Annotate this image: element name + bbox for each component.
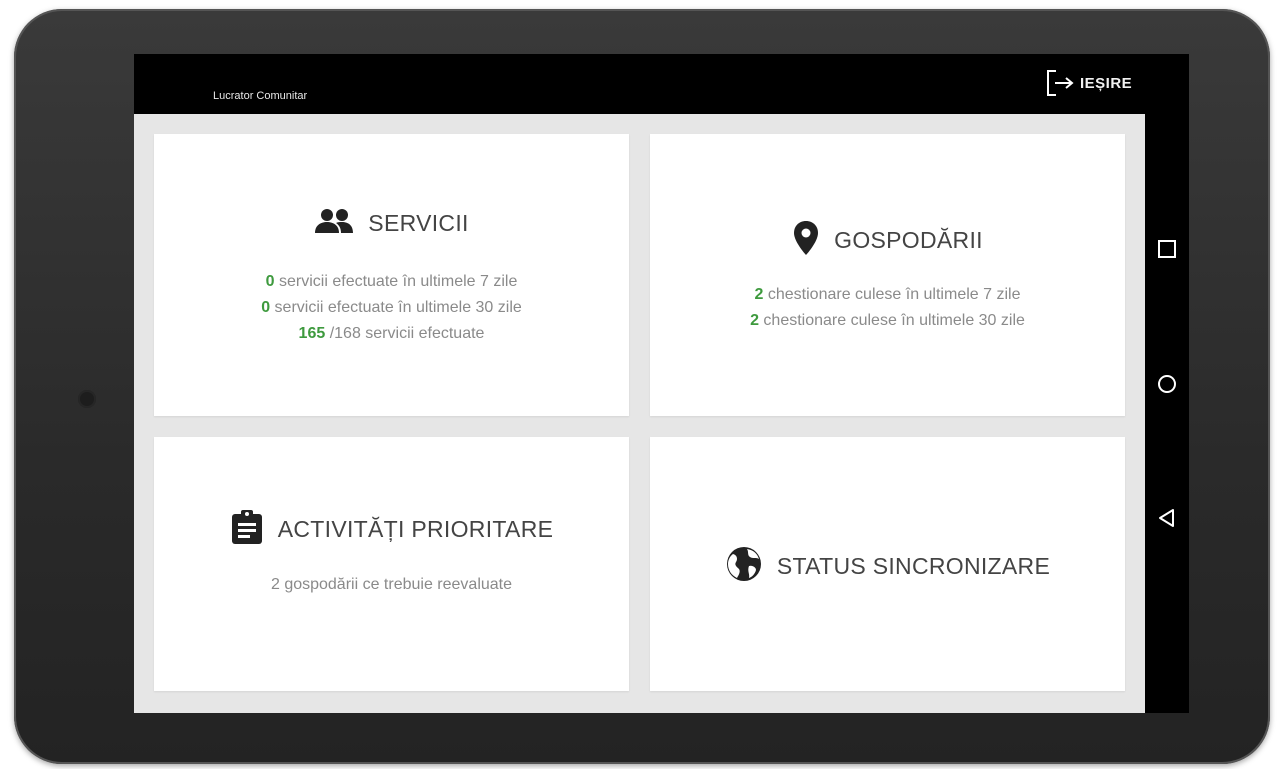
card-activitati-header: ACTIVITĂȚI PRIORITARE: [154, 509, 629, 550]
card-servicii[interactable]: SERVICII 0 servicii efectuate în ultimel…: [154, 134, 629, 416]
stat-text: chestionare culese în ultimele 30 zile: [758, 312, 1025, 329]
exit-button[interactable]: IEȘIRE: [1046, 68, 1132, 98]
servicii-stat-7-days: 0 servicii efectuate în ultimele 7 zile: [154, 269, 629, 295]
location-pin-icon: [792, 220, 820, 261]
people-icon: [314, 208, 354, 239]
stat-value: 2: [750, 312, 759, 329]
stat-value: 0: [261, 299, 271, 316]
screen: Lucrator Comunitar IEȘIRE SERVICII 0 ser…: [134, 54, 1189, 713]
stat-text: servicii efectuate în ultimele 7 zile: [274, 273, 518, 290]
logout-icon: [1046, 69, 1076, 97]
servicii-stat-30-days: 0 servicii efectuate în ultimele 30 zile: [154, 295, 629, 321]
back-triangle-icon[interactable]: [1156, 507, 1178, 529]
card-activitati-subtitle: 2 gospodării ce trebuie reevaluate: [270, 576, 513, 593]
card-servicii-stats: 0 servicii efectuate în ultimele 7 zile …: [154, 269, 629, 347]
gospodarii-stat-30-days: 2 chestionare culese în ultimele 30 zile: [650, 308, 1125, 334]
app-bar: Lucrator Comunitar IEȘIRE: [134, 54, 1189, 114]
card-status-title: STATUS SINCRONIZARE: [776, 553, 1051, 579]
card-servicii-header: SERVICII: [154, 208, 629, 239]
stat-value: 0: [265, 273, 275, 290]
card-status-sincronizare[interactable]: STATUS SINCRONIZARE: [650, 437, 1125, 691]
card-status-header: STATUS SINCRONIZARE: [650, 545, 1125, 588]
stat-text: /168 servicii efectuate: [325, 325, 485, 342]
card-gospodarii-header: GOSPODĂRII: [650, 220, 1125, 261]
exit-label: IEȘIRE: [1080, 74, 1133, 92]
clipboard-icon: [230, 509, 264, 550]
stat-text: servicii efectuate în ultimele 30 zile: [270, 299, 522, 316]
card-gospodarii[interactable]: GOSPODĂRII 2 chestionare culese în ultim…: [650, 134, 1125, 416]
card-activitati-title: ACTIVITĂȚI PRIORITARE: [277, 516, 554, 542]
stat-text: chestionare culese în ultimele 7 zile: [763, 286, 1021, 303]
servicii-stat-total: 165 /168 servicii efectuate: [154, 321, 629, 347]
card-activitati-prioritare[interactable]: ACTIVITĂȚI PRIORITARE 2 gospodării ce tr…: [154, 437, 629, 691]
system-nav-bar: [1145, 114, 1189, 713]
card-gospodarii-title: GOSPODĂRII: [834, 227, 983, 253]
app-title: Lucrator Comunitar: [213, 90, 308, 102]
gospodarii-stat-7-days: 2 chestionare culese în ultimele 7 zile: [650, 282, 1125, 308]
home-circle-icon[interactable]: [1156, 373, 1178, 395]
recents-square-icon[interactable]: [1156, 238, 1178, 260]
stat-value: 165: [298, 325, 326, 342]
dashboard-grid: SERVICII 0 servicii efectuate în ultimel…: [134, 114, 1145, 713]
globe-icon: [725, 545, 763, 588]
card-servicii-title: SERVICII: [368, 210, 469, 236]
camera-icon: [78, 390, 96, 408]
card-gospodarii-stats: 2 chestionare culese în ultimele 7 zile …: [650, 282, 1125, 334]
